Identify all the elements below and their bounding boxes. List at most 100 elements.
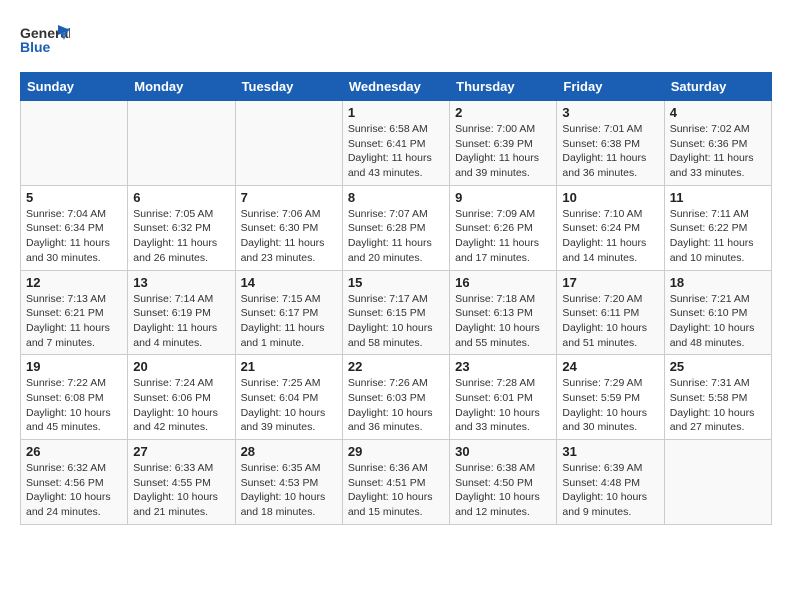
calendar-cell: 12Sunrise: 7:13 AM Sunset: 6:21 PM Dayli… <box>21 270 128 355</box>
day-info: Sunrise: 7:06 AM Sunset: 6:30 PM Dayligh… <box>241 207 337 266</box>
day-info: Sunrise: 7:25 AM Sunset: 6:04 PM Dayligh… <box>241 376 337 435</box>
weekday-header-friday: Friday <box>557 73 664 101</box>
day-info: Sunrise: 7:18 AM Sunset: 6:13 PM Dayligh… <box>455 292 551 351</box>
calendar-week-4: 19Sunrise: 7:22 AM Sunset: 6:08 PM Dayli… <box>21 355 772 440</box>
day-info: Sunrise: 7:14 AM Sunset: 6:19 PM Dayligh… <box>133 292 229 351</box>
calendar-cell: 11Sunrise: 7:11 AM Sunset: 6:22 PM Dayli… <box>664 185 771 270</box>
day-number: 17 <box>562 275 658 290</box>
calendar-cell: 10 Sunrise: 7:10 AM Sunset: 6:24 PM Dayli… <box>557 185 664 270</box>
day-info: Sunrise: 7:28 AM Sunset: 6:01 PM Dayligh… <box>455 376 551 435</box>
day-number: 2 <box>455 105 551 120</box>
day-number: 28 <box>241 444 337 459</box>
calendar-cell: 6 Sunrise: 7:05 AM Sunset: 6:32 PM Daylig… <box>128 185 235 270</box>
day-number: 14 <box>241 275 337 290</box>
day-info: Sunrise: 7:15 AM Sunset: 6:17 PM Dayligh… <box>241 292 337 351</box>
day-info: Sunrise: 7:09 AM Sunset: 6:26 PM Dayligh… <box>455 207 551 266</box>
day-info: Sunrise: 7:02 AM Sunset: 6:36 PM Dayligh… <box>670 122 766 181</box>
calendar-cell: 14 Sunrise: 7:15 AM Sunset: 6:17 PM Dayli… <box>235 270 342 355</box>
day-info: Sunrise: 7:04 AM Sunset: 6:34 PM Dayligh… <box>26 207 122 266</box>
day-number: 15 <box>348 275 444 290</box>
calendar-cell: 7 Sunrise: 7:06 AM Sunset: 6:30 PM Daylig… <box>235 185 342 270</box>
day-info: Sunrise: 7:24 AM Sunset: 6:06 PM Dayligh… <box>133 376 229 435</box>
svg-text:Blue: Blue <box>20 39 51 55</box>
calendar-cell: 22 Sunrise: 7:26 AM Sunset: 6:03 PM Dayli… <box>342 355 449 440</box>
day-number: 27 <box>133 444 229 459</box>
calendar-cell <box>235 101 342 186</box>
calendar-cell: 20 Sunrise: 7:24 AM Sunset: 6:06 PM Dayli… <box>128 355 235 440</box>
day-info: Sunrise: 6:58 AM Sunset: 6:41 PM Dayligh… <box>348 122 444 181</box>
day-info: Sunrise: 7:07 AM Sunset: 6:28 PM Dayligh… <box>348 207 444 266</box>
day-number: 16 <box>455 275 551 290</box>
calendar-cell: 21 Sunrise: 7:25 AM Sunset: 6:04 PM Dayli… <box>235 355 342 440</box>
day-number: 21 <box>241 359 337 374</box>
day-info: Sunrise: 7:20 AM Sunset: 6:11 PM Dayligh… <box>562 292 658 351</box>
day-info: Sunrise: 6:38 AM Sunset: 4:50 PM Dayligh… <box>455 461 551 520</box>
day-number: 30 <box>455 444 551 459</box>
day-number: 4 <box>670 105 766 120</box>
day-info: Sunrise: 7:00 AM Sunset: 6:39 PM Dayligh… <box>455 122 551 181</box>
day-number: 7 <box>241 190 337 205</box>
day-info: Sunrise: 7:05 AM Sunset: 6:32 PM Dayligh… <box>133 207 229 266</box>
calendar-cell: 24 Sunrise: 7:29 AM Sunset: 5:59 PM Dayli… <box>557 355 664 440</box>
calendar-cell: 19Sunrise: 7:22 AM Sunset: 6:08 PM Dayli… <box>21 355 128 440</box>
day-info: Sunrise: 7:31 AM Sunset: 5:58 PM Dayligh… <box>670 376 766 435</box>
calendar-cell: 26 Sunrise: 6:32 AM Sunset: 4:56 PM Dayli… <box>21 440 128 525</box>
weekday-header-thursday: Thursday <box>450 73 557 101</box>
calendar-cell: 28 Sunrise: 6:35 AM Sunset: 4:53 PM Dayli… <box>235 440 342 525</box>
calendar-cell: 31 Sunrise: 6:39 AM Sunset: 4:48 PM Dayli… <box>557 440 664 525</box>
day-number: 9 <box>455 190 551 205</box>
calendar-cell: 18 Sunrise: 7:21 AM Sunset: 6:10 PM Dayli… <box>664 270 771 355</box>
day-number: 10 <box>562 190 658 205</box>
day-info: Sunrise: 6:35 AM Sunset: 4:53 PM Dayligh… <box>241 461 337 520</box>
day-number: 5 <box>26 190 122 205</box>
calendar-cell: 3 Sunrise: 7:01 AM Sunset: 6:38 PM Daylig… <box>557 101 664 186</box>
weekday-header-monday: Monday <box>128 73 235 101</box>
logo: General Blue <box>20 20 70 62</box>
calendar-cell: 29Sunrise: 6:36 AM Sunset: 4:51 PM Dayli… <box>342 440 449 525</box>
page-header: General Blue <box>20 20 772 62</box>
calendar-week-2: 5 Sunrise: 7:04 AM Sunset: 6:34 PM Daylig… <box>21 185 772 270</box>
day-number: 26 <box>26 444 122 459</box>
day-number: 19 <box>26 359 122 374</box>
day-info: Sunrise: 6:33 AM Sunset: 4:55 PM Dayligh… <box>133 461 229 520</box>
weekday-header-saturday: Saturday <box>664 73 771 101</box>
day-number: 13 <box>133 275 229 290</box>
calendar-cell: 30 Sunrise: 6:38 AM Sunset: 4:50 PM Dayli… <box>450 440 557 525</box>
day-number: 3 <box>562 105 658 120</box>
calendar-cell <box>21 101 128 186</box>
day-number: 29 <box>348 444 444 459</box>
calendar-cell: 16 Sunrise: 7:18 AM Sunset: 6:13 PM Dayli… <box>450 270 557 355</box>
day-info: Sunrise: 7:10 AM Sunset: 6:24 PM Dayligh… <box>562 207 658 266</box>
calendar-cell: 8Sunrise: 7:07 AM Sunset: 6:28 PM Daylig… <box>342 185 449 270</box>
day-number: 23 <box>455 359 551 374</box>
calendar-cell: 23 Sunrise: 7:28 AM Sunset: 6:01 PM Dayli… <box>450 355 557 440</box>
weekday-header-row: SundayMondayTuesdayWednesdayThursdayFrid… <box>21 73 772 101</box>
calendar-cell: 4 Sunrise: 7:02 AM Sunset: 6:36 PM Daylig… <box>664 101 771 186</box>
day-number: 31 <box>562 444 658 459</box>
calendar-cell: 17 Sunrise: 7:20 AM Sunset: 6:11 PM Dayli… <box>557 270 664 355</box>
day-info: Sunrise: 6:39 AM Sunset: 4:48 PM Dayligh… <box>562 461 658 520</box>
calendar-cell: 9 Sunrise: 7:09 AM Sunset: 6:26 PM Daylig… <box>450 185 557 270</box>
day-number: 22 <box>348 359 444 374</box>
calendar-cell: 27 Sunrise: 6:33 AM Sunset: 4:55 PM Dayli… <box>128 440 235 525</box>
day-number: 20 <box>133 359 229 374</box>
day-info: Sunrise: 7:01 AM Sunset: 6:38 PM Dayligh… <box>562 122 658 181</box>
logo-bird-icon: General Blue <box>20 20 70 62</box>
calendar-cell: 2 Sunrise: 7:00 AM Sunset: 6:39 PM Daylig… <box>450 101 557 186</box>
calendar-cell: 13 Sunrise: 7:14 AM Sunset: 6:19 PM Dayli… <box>128 270 235 355</box>
day-number: 18 <box>670 275 766 290</box>
calendar-table: SundayMondayTuesdayWednesdayThursdayFrid… <box>20 72 772 525</box>
calendar-cell: 1Sunrise: 6:58 AM Sunset: 6:41 PM Daylig… <box>342 101 449 186</box>
day-number: 25 <box>670 359 766 374</box>
day-info: Sunrise: 7:13 AM Sunset: 6:21 PM Dayligh… <box>26 292 122 351</box>
calendar-cell <box>664 440 771 525</box>
calendar-cell: 25 Sunrise: 7:31 AM Sunset: 5:58 PM Dayli… <box>664 355 771 440</box>
calendar-week-1: 1Sunrise: 6:58 AM Sunset: 6:41 PM Daylig… <box>21 101 772 186</box>
day-info: Sunrise: 7:21 AM Sunset: 6:10 PM Dayligh… <box>670 292 766 351</box>
day-info: Sunrise: 7:26 AM Sunset: 6:03 PM Dayligh… <box>348 376 444 435</box>
day-info: Sunrise: 6:32 AM Sunset: 4:56 PM Dayligh… <box>26 461 122 520</box>
calendar-cell: 5 Sunrise: 7:04 AM Sunset: 6:34 PM Daylig… <box>21 185 128 270</box>
day-info: Sunrise: 7:29 AM Sunset: 5:59 PM Dayligh… <box>562 376 658 435</box>
day-number: 6 <box>133 190 229 205</box>
day-number: 24 <box>562 359 658 374</box>
